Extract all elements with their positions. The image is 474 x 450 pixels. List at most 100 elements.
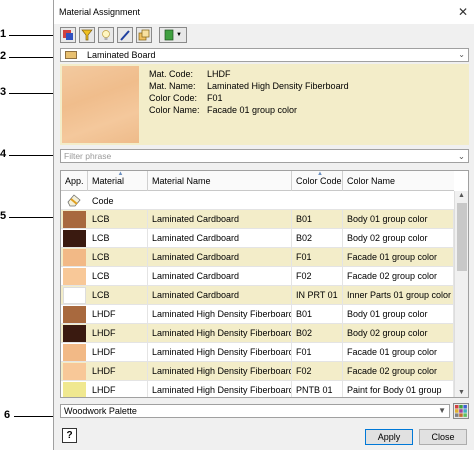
material-name-cell: Laminated High Density Fiberboard	[148, 324, 292, 343]
chevron-down-icon: ▼	[438, 406, 446, 415]
material-name-cell: Laminated Cardboard	[148, 229, 292, 248]
color-code-cell: PNTB 01	[292, 381, 343, 397]
material-name-label: Mat. Name:	[149, 81, 196, 91]
color-swatch	[63, 211, 86, 228]
color-code-cell: F01	[292, 343, 343, 362]
table-row[interactable]: LCB Laminated Cardboard F02 Facade 02 group…	[61, 267, 454, 286]
filter-icon	[81, 29, 93, 41]
color-code-cell: F01	[292, 248, 343, 267]
material-code-cell: LHDF	[88, 343, 148, 362]
close-button[interactable]: Close	[419, 429, 467, 445]
color-swatch	[63, 230, 86, 247]
color-swatch	[63, 287, 86, 304]
woodwork-palette-value: Woodwork Palette	[64, 406, 137, 416]
material-code-cell: LCB	[88, 210, 148, 229]
color-code-cell: F02	[292, 267, 343, 286]
woodwork-palette-selector[interactable]: Woodwork Palette ▼	[60, 404, 450, 418]
materials-table: App. ▲ Material Code Material Name ▲ Color…	[60, 170, 469, 398]
window-title: Material Assignment	[59, 7, 141, 17]
scroll-down-icon[interactable]: ▼	[458, 389, 465, 396]
color-name-cell: Body 02 group color	[343, 229, 454, 248]
color-name-cell: Facade 02 group color	[343, 267, 454, 286]
header-color-name[interactable]: Color Name	[343, 171, 454, 191]
material-info-panel: Mat. Code: LHDF Mat. Name: Laminated High …	[60, 64, 469, 145]
color-code-cell: F02	[292, 362, 343, 381]
title-bar: Material Assignment ✕	[54, 0, 474, 24]
color-code-cell: B01	[292, 305, 343, 324]
color-name-cell: Body 01 group color	[343, 305, 454, 324]
help-button[interactable]: ?	[62, 428, 77, 443]
callout-1: 1	[0, 28, 7, 40]
material-name-cell: Laminated High Density Fiberboard	[148, 362, 292, 381]
header-app[interactable]: App.	[61, 171, 88, 191]
callout-6: 6	[4, 409, 11, 421]
filter-input[interactable]: Filter phrase ⌄	[60, 149, 469, 163]
material-code-cell: LCB	[88, 286, 148, 305]
eraser-row[interactable]	[61, 191, 454, 210]
palette-grid-button[interactable]	[453, 403, 469, 419]
table-row[interactable]: LHDF Laminated High Density Fiberboard B01…	[61, 305, 454, 324]
eraser-icon	[67, 194, 81, 207]
callout-4: 4	[0, 148, 7, 160]
material-name-value: Laminated High Density Fiberboard	[207, 81, 349, 91]
palette-swatch	[65, 51, 77, 59]
color-name-cell: Body 02 group color	[343, 324, 454, 343]
color-code-cell: B02	[292, 324, 343, 343]
brush-icon	[120, 30, 130, 41]
palette-grid-icon	[455, 405, 467, 417]
copy-icon	[138, 29, 150, 41]
material-code-cell: LHDF	[88, 381, 148, 397]
color-name-cell: Facade 02 group color	[343, 362, 454, 381]
table-row[interactable]: LHDF Laminated High Density Fiberboard F02…	[61, 362, 454, 381]
callout-2: 2	[0, 50, 7, 62]
color-swatch	[63, 268, 86, 285]
table-row[interactable]: LCB Laminated Cardboard B02 Body 02 group c…	[61, 229, 454, 248]
color-swatch	[63, 363, 86, 380]
brush-button[interactable]	[117, 27, 133, 43]
material-name-cell: Laminated Cardboard	[148, 210, 292, 229]
material-code-cell: LCB	[88, 248, 148, 267]
apply-button[interactable]: Apply	[365, 429, 413, 445]
header-material-name[interactable]: Material Name	[148, 171, 292, 191]
material-code-cell: LHDF	[88, 305, 148, 324]
material-code-cell: LCB	[88, 267, 148, 286]
color-code-cell: IN PRT 01	[292, 286, 343, 305]
color-swatch-dropdown[interactable]: ▼	[159, 27, 187, 43]
palette-selector-value: Laminated Board	[87, 50, 156, 60]
material-button[interactable]	[60, 27, 76, 43]
table-row[interactable]: LCB Laminated Cardboard F01 Facade 01 group…	[61, 248, 454, 267]
color-swatch	[63, 249, 86, 266]
material-code-cell: LCB	[88, 229, 148, 248]
table-row[interactable]: LCB Laminated Cardboard IN PRT 01 Inner Par…	[61, 286, 454, 305]
header-color-code[interactable]: ▲ Color Code	[292, 171, 343, 191]
color-code-value: F01	[207, 93, 223, 103]
lightbulb-icon	[102, 30, 110, 40]
lightbulb-button[interactable]	[98, 27, 114, 43]
table-row[interactable]: LHDF Laminated High Density Fiberboard PNT…	[61, 381, 454, 397]
callout-5: 5	[0, 210, 7, 222]
sort-arrow-icon: ▲	[317, 171, 323, 177]
color-code-cell: B02	[292, 229, 343, 248]
table-scrollbar[interactable]: ▲ ▼	[454, 191, 468, 397]
table-row[interactable]: LHDF Laminated High Density Fiberboard B02…	[61, 324, 454, 343]
color-name-cell: Facade 01 group color	[343, 343, 454, 362]
material-icon	[63, 30, 73, 40]
color-name-cell: Facade 01 group color	[343, 248, 454, 267]
table-row[interactable]: LCB Laminated Cardboard B01 Body 01 group c…	[61, 210, 454, 229]
material-name-cell: Laminated Cardboard	[148, 286, 292, 305]
material-name-cell: Laminated High Density Fiberboard	[148, 305, 292, 324]
material-name-cell: Laminated High Density Fiberboard	[148, 343, 292, 362]
scrollbar-thumb[interactable]	[457, 203, 467, 271]
palette-selector[interactable]: Laminated Board ⌄	[60, 48, 469, 62]
color-name-value: Facade 01 group color	[207, 105, 298, 115]
scroll-up-icon[interactable]: ▲	[458, 192, 465, 199]
close-icon[interactable]: ✕	[458, 5, 468, 19]
chevron-down-icon: ▼	[176, 32, 182, 38]
material-preview	[62, 66, 139, 143]
material-code-value: LHDF	[207, 69, 231, 79]
header-material-code[interactable]: ▲ Material Code	[88, 171, 148, 206]
filter-button[interactable]	[79, 27, 95, 43]
color-code-label: Color Code:	[149, 93, 198, 103]
table-row[interactable]: LHDF Laminated High Density Fiberboard F01…	[61, 343, 454, 362]
copy-button[interactable]	[136, 27, 152, 43]
